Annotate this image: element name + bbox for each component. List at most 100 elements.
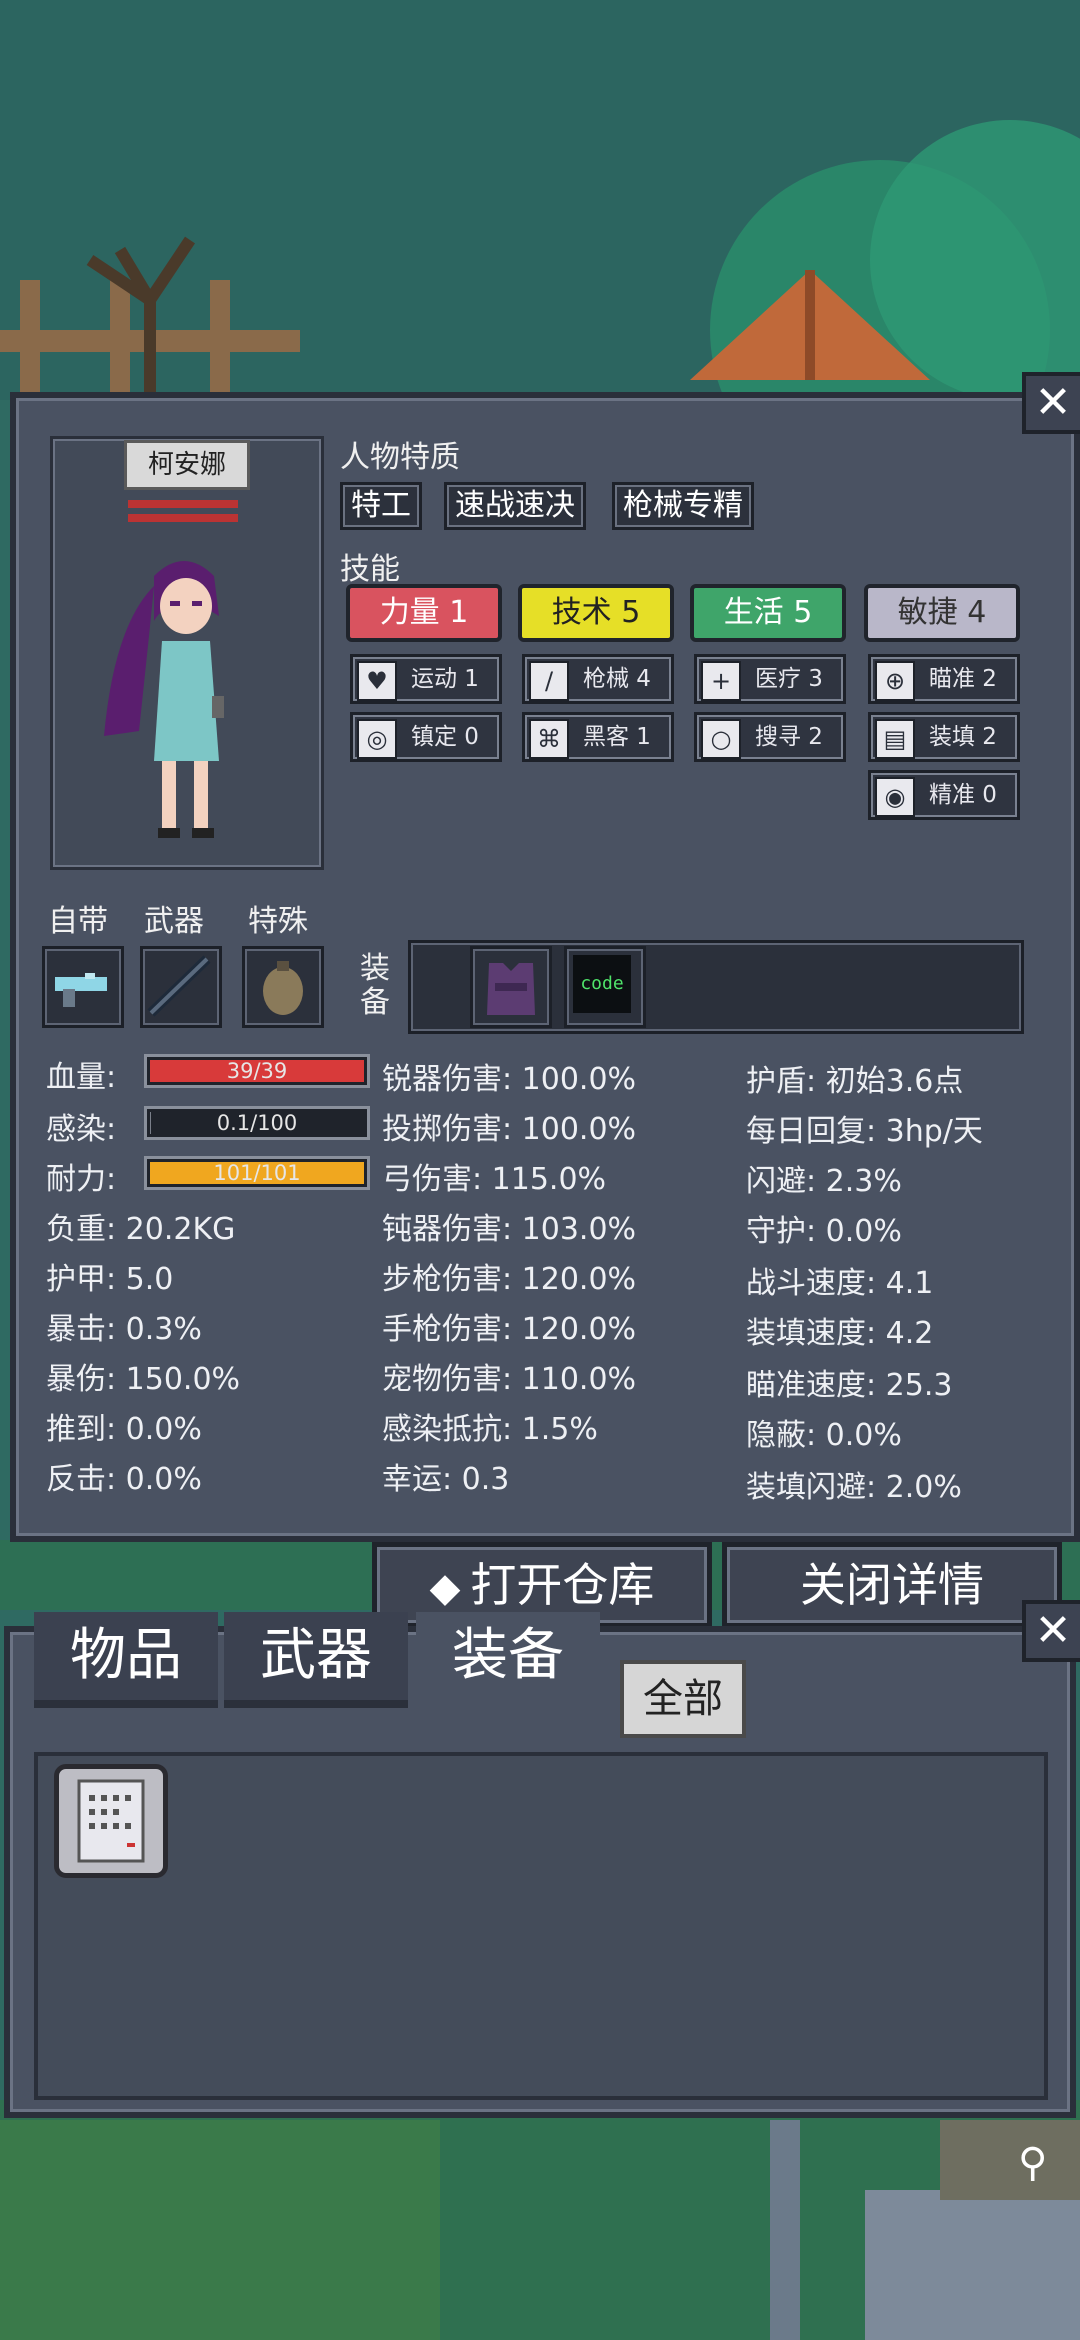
hp-bar: 39/39 xyxy=(144,1054,370,1088)
subskill-aim[interactable]: ⊕ 瞄准 2 xyxy=(868,654,1020,704)
subskill-label: 装填 2 xyxy=(929,724,997,750)
stat-blunt-damage: 钝器伤害: 103.0% xyxy=(382,1212,637,1247)
character-name-plate: 柯安娜 xyxy=(124,440,250,490)
infection-value: 0.1/100 xyxy=(216,1111,298,1135)
character-sprite xyxy=(104,561,224,838)
trait-quick-fight[interactable]: 速战速决 xyxy=(444,482,586,530)
blaster-icon xyxy=(55,973,107,1007)
close-icon[interactable]: ✕ xyxy=(1022,372,1080,434)
armor-vest-slot[interactable] xyxy=(470,946,552,1028)
stat-combat-speed: 战斗速度: 4.1 xyxy=(746,1266,934,1301)
glasses-icon: ◎ xyxy=(357,719,397,759)
code-chip-slot[interactable]: code xyxy=(564,946,646,1028)
skill-life[interactable]: 生活 5 xyxy=(690,584,846,642)
stat-weight: 负重: 20.2KG xyxy=(46,1212,236,1247)
builtin-weapon-slot[interactable] xyxy=(42,946,124,1028)
tab-weapons[interactable]: 武器 xyxy=(224,1612,408,1708)
medkit-icon: + xyxy=(701,661,741,701)
stat-knockdown: 推到: 0.0% xyxy=(46,1412,202,1447)
stat-crit: 暴击: 0.3% xyxy=(46,1312,202,1347)
stat-reload-dodge: 装填闪避: 2.0% xyxy=(746,1470,962,1505)
stat-pistol-damage: 手枪伤害: 120.0% xyxy=(382,1312,637,1347)
subskill-precision[interactable]: ◉ 精准 0 xyxy=(868,770,1020,820)
knife-icon: / xyxy=(529,661,569,701)
trait-firearms-master[interactable]: 枪械专精 xyxy=(612,482,754,530)
skill-agility[interactable]: 敏捷 4 xyxy=(864,584,1020,642)
vest-icon xyxy=(487,963,535,1015)
stamina-label: 耐力: xyxy=(46,1162,117,1197)
subskill-label: 运动 1 xyxy=(411,666,479,692)
close-details-button[interactable]: 关闭详情 xyxy=(722,1542,1062,1628)
filter-all-button[interactable]: 全部 xyxy=(620,1660,746,1738)
skill-strength[interactable]: 力量 1 xyxy=(346,584,502,642)
magazine-icon: ▤ xyxy=(875,719,915,759)
slot-label-special: 特殊 xyxy=(248,904,308,939)
traits-header: 人物特质 xyxy=(340,440,460,475)
subskill-label: 精准 0 xyxy=(929,782,997,808)
subskill-composure[interactable]: ◎ 镇定 0 xyxy=(350,712,502,762)
skills-header: 技能 xyxy=(340,552,400,587)
stat-rifle-damage: 步枪伤害: 120.0% xyxy=(382,1262,637,1297)
subskill-label: 瞄准 2 xyxy=(929,666,997,692)
skill-tech[interactable]: 技术 5 xyxy=(518,584,674,642)
stat-daily-regen: 每日回复: 3hp/天 xyxy=(746,1114,983,1149)
inventory-item[interactable] xyxy=(54,1764,168,1878)
open-storage-label: 打开仓库 xyxy=(470,1558,655,1612)
hp-label: 血量: xyxy=(46,1060,117,1095)
subskill-athletics[interactable]: ♥ 运动 1 xyxy=(350,654,502,704)
stat-shield: 护盾: 初始3.6点 xyxy=(746,1064,964,1099)
stat-blade-damage: 锐器伤害: 100.0% xyxy=(382,1062,637,1097)
grenade-icon xyxy=(263,961,303,1015)
stamina-bar: 101/101 xyxy=(144,1156,370,1190)
special-slot[interactable] xyxy=(242,946,324,1028)
weapon-slot[interactable] xyxy=(140,946,222,1028)
stat-stealth: 隐蔽: 0.0% xyxy=(746,1418,902,1453)
stat-infection-resist: 感染抵抗: 1.5% xyxy=(382,1412,598,1447)
stamina-value: 101/101 xyxy=(213,1161,301,1185)
stat-dodge: 闪避: 2.3% xyxy=(746,1164,902,1199)
slot-label-weapon: 武器 xyxy=(144,904,204,939)
stat-throw-damage: 投掷伤害: 100.0% xyxy=(382,1112,637,1147)
subskill-label: 医疗 3 xyxy=(755,666,823,692)
health-mini-bar xyxy=(128,500,238,508)
subskill-reload[interactable]: ▤ 装填 2 xyxy=(868,712,1020,762)
map-pin-icon[interactable]: ⚲ xyxy=(1018,2140,1047,2186)
trait-agent[interactable]: 特工 xyxy=(340,482,422,530)
stat-bow-damage: 弓伤害: 115.0% xyxy=(382,1162,607,1197)
slot-label-builtin: 自带 xyxy=(48,904,108,939)
heart-icon: ♥ xyxy=(357,661,397,701)
tab-equipment[interactable]: 装备 xyxy=(416,1612,600,1708)
stat-reload-speed: 装填速度: 4.2 xyxy=(746,1316,934,1351)
rifle-icon xyxy=(147,955,211,1017)
gear-label: 装备 xyxy=(360,951,390,1020)
stat-guard: 守护: 0.0% xyxy=(746,1214,902,1249)
stat-luck: 幸运: 0.3 xyxy=(382,1462,510,1497)
stat-aim-speed: 瞄准速度: 25.3 xyxy=(746,1368,953,1403)
subskill-label: 黑客 1 xyxy=(583,724,651,750)
stat-crit-damage: 暴伤: 150.0% xyxy=(46,1362,241,1397)
subskill-hacking[interactable]: ⌘ 黑客 1 xyxy=(522,712,674,762)
hp-value: 39/39 xyxy=(226,1059,288,1083)
eye-icon: ◉ xyxy=(875,777,915,817)
subskill-label: 枪械 4 xyxy=(583,666,651,692)
subskill-medical[interactable]: + 医疗 3 xyxy=(694,654,846,704)
stat-armor: 护甲: 5.0 xyxy=(46,1262,174,1297)
magnifier-icon: ○ xyxy=(701,719,741,759)
tab-items[interactable]: 物品 xyxy=(34,1612,218,1708)
subskill-label: 镇定 0 xyxy=(411,724,479,750)
circuit-icon: ⌘ xyxy=(529,719,569,759)
infection-label: 感染: xyxy=(46,1112,117,1147)
close-icon[interactable]: ✕ xyxy=(1022,1600,1080,1662)
subskill-search[interactable]: ○ 搜寻 2 xyxy=(694,712,846,762)
crosshair-icon: ⊕ xyxy=(875,661,915,701)
document-icon xyxy=(77,1779,145,1863)
inventory-grid xyxy=(34,1752,1048,2100)
close-details-label: 关闭详情 xyxy=(800,1558,984,1612)
stamina-mini-bar xyxy=(128,514,238,522)
stat-counter: 反击: 0.0% xyxy=(46,1462,202,1497)
code-chip-icon: code xyxy=(573,955,631,1013)
subskill-label: 搜寻 2 xyxy=(755,724,823,750)
subskill-firearms[interactable]: / 枪械 4 xyxy=(522,654,674,704)
stat-pet-damage: 宠物伤害: 110.0% xyxy=(382,1362,637,1397)
cubes-icon: ◆ xyxy=(429,1565,461,1611)
